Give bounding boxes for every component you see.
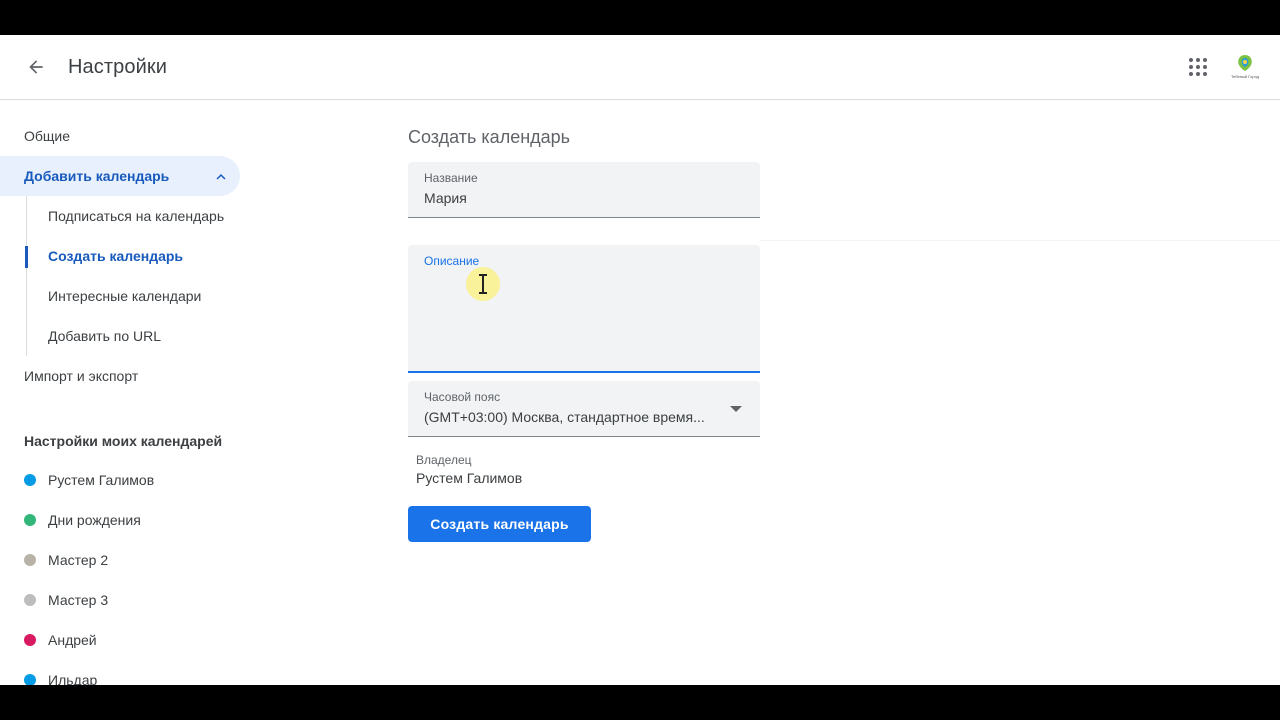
page-title: Настройки [68, 56, 167, 78]
settings-sidebar: Общие Добавить календарь Подписаться на … [0, 100, 300, 685]
calendar-color-dot [24, 594, 36, 606]
calendar-label: Андрей [48, 632, 97, 648]
name-input[interactable] [424, 190, 724, 206]
sidebar-item-general[interactable]: Общие [24, 128, 70, 144]
apps-grid-icon [1189, 58, 1207, 76]
name-field-label: Название [424, 171, 478, 185]
calendar-label: Мастер 3 [48, 592, 109, 608]
logo-text: Тебеный Город [1230, 74, 1260, 79]
letterbox-top [0, 0, 1280, 35]
calendar-item[interactable]: Дни рождения [24, 510, 141, 530]
sidebar-item-import-export[interactable]: Импорт и экспорт [24, 368, 138, 384]
section-heading: Создать календарь [408, 127, 571, 147]
arrow-back-icon [29, 60, 43, 74]
sidebar-item-subscribe[interactable]: Подписаться на календарь [48, 208, 224, 224]
timezone-field-label: Часовой пояс [424, 390, 501, 404]
owner-label: Владелец [416, 453, 472, 467]
chevron-up-icon[interactable] [212, 168, 230, 186]
calendar-color-dot [24, 634, 36, 646]
sidebar-item-add-calendar-label: Добавить календарь [24, 168, 170, 184]
calendar-item[interactable]: Мастер 2 [24, 550, 108, 570]
create-calendar-button[interactable]: Создать календарь [408, 506, 591, 542]
mouse-cursor [466, 267, 500, 301]
calendar-label: Рустем Галимов [48, 472, 155, 488]
timezone-select[interactable]: Часовой пояс (GMT+03:00) Москва, стандар… [408, 381, 760, 437]
sidebar-item-add-by-url[interactable]: Добавить по URL [48, 328, 161, 344]
text-cursor-icon [479, 274, 487, 294]
calendar-label: Мастер 2 [48, 552, 109, 568]
calendar-item[interactable]: Андрей [24, 630, 97, 650]
description-field-label: Описание [424, 254, 480, 268]
description-field[interactable]: Описание [408, 245, 760, 373]
letterbox-bottom [0, 685, 1280, 720]
calendar-color-dot [24, 514, 36, 526]
calendar-color-dot [24, 674, 36, 685]
sidebar-item-interesting-calendars[interactable]: Интересные календари [48, 288, 201, 304]
organization-logo-icon [1238, 55, 1252, 71]
my-calendars-heading: Настройки моих календарей [24, 433, 223, 449]
sidebar-item-create-calendar[interactable]: Создать календарь [48, 248, 183, 264]
calendar-item[interactable]: Мастер 3 [24, 590, 108, 610]
calendar-item[interactable]: Ильдар [24, 670, 97, 685]
dropdown-arrow-icon [730, 406, 742, 412]
calendar-label: Дни рождения [48, 512, 141, 528]
settings-page: Настройки Тебеный Город Общие Добавить к… [0, 35, 1280, 685]
divider [760, 240, 1280, 241]
back-button[interactable] [20, 51, 52, 83]
calendar-item[interactable]: Рустем Галимов [24, 470, 154, 490]
calendar-color-dot [24, 554, 36, 566]
top-app-bar: Настройки Тебеный Город [0, 35, 1280, 100]
name-field[interactable]: Название [408, 162, 760, 218]
google-apps-button[interactable] [1182, 51, 1214, 83]
calendar-label: Ильдар [48, 672, 98, 685]
timezone-value: (GMT+03:00) Москва, стандартное время... [424, 409, 705, 425]
calendar-color-dot [24, 474, 36, 486]
account-logo[interactable]: Тебеный Город [1228, 53, 1262, 85]
submenu-active-indicator [25, 246, 28, 268]
submenu-guide-line [26, 196, 27, 356]
owner-value: Рустем Галимов [416, 470, 523, 486]
